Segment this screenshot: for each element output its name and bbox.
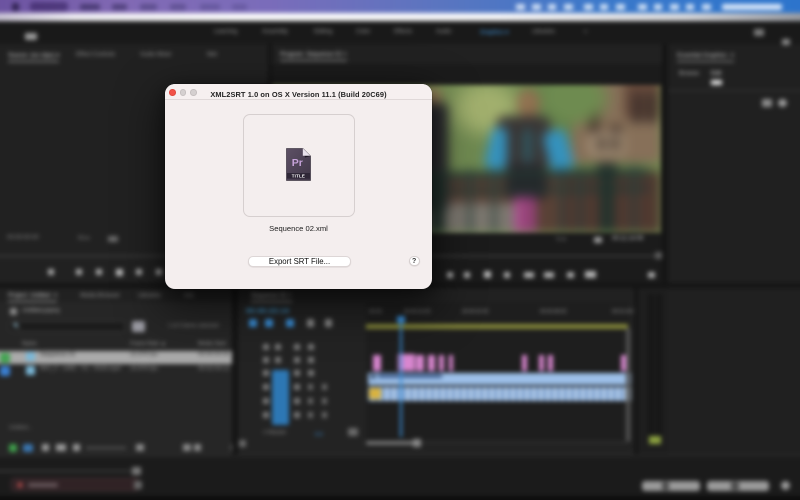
svg-text:TITLE: TITLE	[291, 174, 304, 179]
svg-text:Pr: Pr	[291, 157, 302, 169]
